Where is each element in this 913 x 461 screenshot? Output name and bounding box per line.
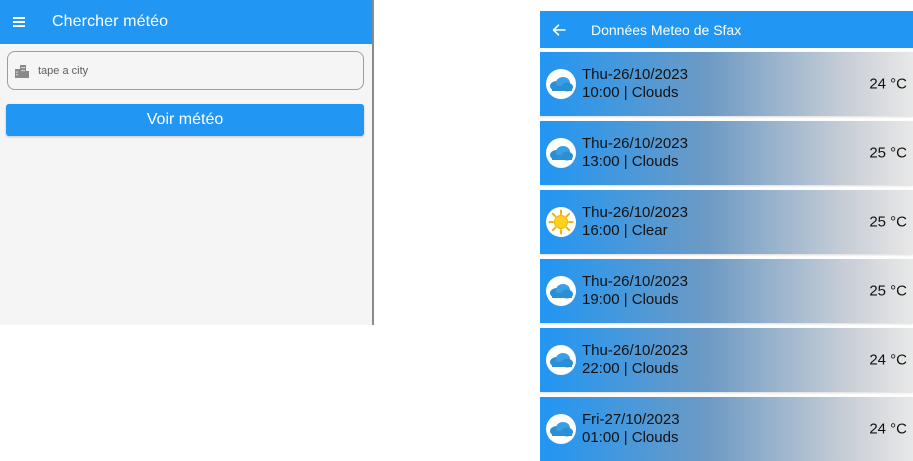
page-title: Données Meteo de Sfax bbox=[591, 21, 742, 38]
forecast-temperature: 24 °C bbox=[869, 420, 907, 438]
forecast-date: Thu-26/10/2023 bbox=[582, 204, 688, 221]
clouds-icon bbox=[546, 345, 576, 375]
clouds-icon bbox=[546, 69, 576, 99]
sun-icon bbox=[546, 207, 576, 237]
forecast-temperature: 24 °C bbox=[869, 75, 907, 93]
city-icon bbox=[15, 64, 29, 78]
window-divider bbox=[372, 0, 374, 325]
forecast-time-condition: 13:00 | Clouds bbox=[582, 153, 679, 170]
forecast-date: Thu-26/10/2023 bbox=[582, 273, 688, 290]
forecast-temperature: 25 °C bbox=[869, 213, 907, 231]
clouds-icon bbox=[546, 276, 576, 306]
forecast-card[interactable]: Fri-27/10/2023 01:00 | Clouds 24 °C bbox=[540, 397, 913, 461]
search-screen: Chercher météo Voir météo bbox=[0, 0, 372, 325]
forecast-time-condition: 01:00 | Clouds bbox=[582, 429, 679, 446]
menu-icon[interactable] bbox=[13, 17, 25, 27]
voir-meteo-button[interactable]: Voir météo bbox=[6, 104, 364, 136]
city-input[interactable] bbox=[38, 64, 338, 77]
forecast-list: Thu-26/10/2023 10:00 | Clouds 24 °C Thu-… bbox=[540, 48, 913, 461]
app-bar: Chercher météo bbox=[0, 0, 372, 44]
clouds-icon bbox=[546, 414, 576, 444]
results-screen: Données Meteo de Sfax Thu-26/10/2023 10:… bbox=[540, 11, 913, 461]
forecast-date: Thu-26/10/2023 bbox=[582, 342, 688, 359]
forecast-date: Fri-27/10/2023 bbox=[582, 411, 680, 428]
forecast-card[interactable]: Thu-26/10/2023 10:00 | Clouds 24 °C bbox=[540, 52, 913, 116]
forecast-card[interactable]: Thu-26/10/2023 13:00 | Clouds 25 °C bbox=[540, 121, 913, 185]
forecast-time-condition: 16:00 | Clear bbox=[582, 222, 668, 239]
forecast-time-condition: 10:00 | Clouds bbox=[582, 84, 679, 101]
forecast-time-condition: 19:00 | Clouds bbox=[582, 291, 679, 308]
forecast-temperature: 25 °C bbox=[869, 282, 907, 300]
forecast-card[interactable]: Thu-26/10/2023 19:00 | Clouds 25 °C bbox=[540, 259, 913, 323]
app-bar: Données Meteo de Sfax bbox=[540, 11, 913, 48]
forecast-date: Thu-26/10/2023 bbox=[582, 66, 688, 83]
back-arrow-icon[interactable] bbox=[552, 23, 566, 36]
forecast-date: Thu-26/10/2023 bbox=[582, 135, 688, 152]
forecast-temperature: 25 °C bbox=[869, 144, 907, 162]
city-field[interactable] bbox=[7, 51, 364, 90]
forecast-card[interactable]: Thu-26/10/2023 16:00 | Clear 25 °C bbox=[540, 190, 913, 254]
forecast-card[interactable]: Thu-26/10/2023 22:00 | Clouds 24 °C bbox=[540, 328, 913, 392]
clouds-icon bbox=[546, 138, 576, 168]
page-title: Chercher météo bbox=[52, 13, 169, 30]
forecast-temperature: 24 °C bbox=[869, 351, 907, 369]
forecast-time-condition: 22:00 | Clouds bbox=[582, 360, 679, 377]
